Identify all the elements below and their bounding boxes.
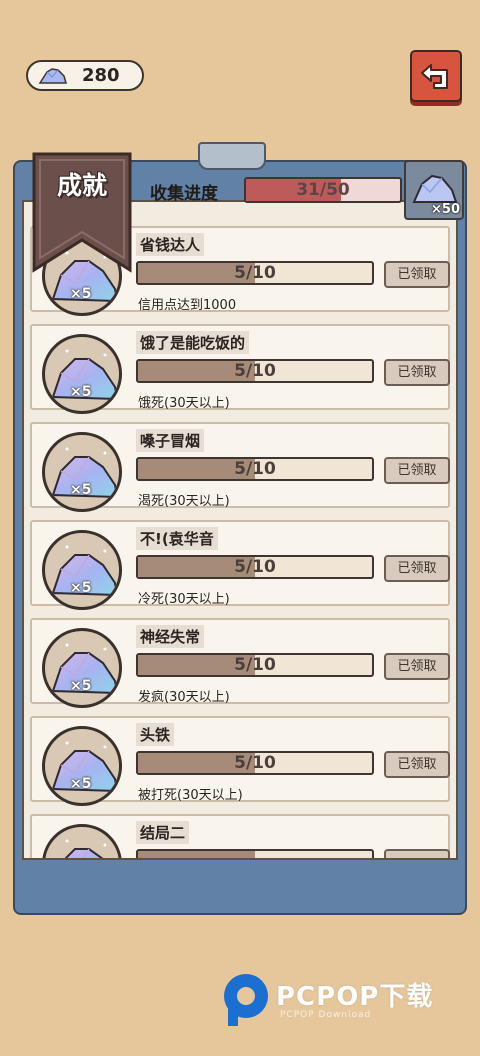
crystal-rock-icon	[64, 839, 107, 858]
achievement-progress-text	[138, 851, 372, 858]
achievement-reward-count: ×5	[70, 286, 92, 302]
achievement-row: ×5 神经失常 5/10 发疯(30天以上) 已领取	[30, 618, 450, 708]
achievement-row: ×5 头铁 5/10 被打死(30天以上) 已领取	[30, 716, 450, 806]
collection-progress-text: 31/50	[296, 180, 350, 200]
achievement-description: 被打死(30天以上)	[138, 788, 243, 803]
return-arrow-icon	[421, 64, 448, 89]
achievement-title: 不!(袁华音	[136, 527, 218, 550]
claim-button[interactable]: 已领取	[384, 359, 450, 386]
achievement-progress-text: 5/10	[234, 557, 276, 577]
crystal-rock-icon	[51, 447, 119, 499]
achievement-reward-count: ×5	[70, 678, 92, 694]
achievement-title: 嗓子冒烟	[136, 429, 205, 452]
collection-progress-bar: 31/50	[244, 177, 402, 203]
achievement-title: 结局二	[136, 821, 190, 844]
claim-button[interactable]: 已领取	[384, 751, 450, 778]
achievement-progress-text: 5/10	[234, 459, 276, 479]
achievement-description: 信用点达到1000	[138, 298, 237, 313]
crystal-rock-icon	[51, 741, 119, 793]
achievement-row: 结局二	[30, 814, 450, 858]
back-button[interactable]	[410, 50, 462, 102]
page-title: 成就	[56, 171, 107, 200]
pcpop-logo-icon	[224, 974, 268, 1026]
achievement-reward-count: ×5	[70, 580, 92, 596]
achievement-description: 渴死(30天以上)	[138, 494, 230, 509]
collection-reward-count: ×50	[431, 202, 460, 217]
achievement-progress-bar: 5/10	[136, 457, 374, 481]
watermark: PCPOP下载 PCPOP Download	[218, 970, 468, 1030]
crystal-gem-icon	[38, 67, 67, 84]
achievement-title: 头铁	[136, 723, 175, 746]
claim-button[interactable]: 已领取	[384, 653, 450, 680]
currency-display: 280	[26, 60, 144, 91]
achievement-description: 冷死(30天以上)	[138, 592, 230, 607]
collection-reward-button[interactable]: ×50	[404, 160, 464, 220]
crystal-rock-icon	[51, 643, 119, 695]
achievement-icon	[42, 726, 122, 806]
achievement-row: ×5 嗓子冒烟 5/10 渴死(30天以上) 已领取	[30, 422, 450, 512]
achievement-icon	[42, 628, 122, 708]
board-clip	[198, 142, 266, 170]
achievement-progress-text: 5/10	[234, 361, 276, 381]
claim-button[interactable]: 已领取	[384, 457, 450, 484]
achievement-title: 省钱达人	[136, 233, 205, 256]
achievement-progress-bar: 5/10	[136, 751, 374, 775]
claim-button[interactable]: 已领取	[384, 555, 450, 582]
achievement-reward-count: ×5	[70, 776, 92, 792]
achievement-icon	[42, 824, 122, 858]
achievement-description: 发疯(30天以上)	[138, 690, 230, 705]
achievement-title: 神经失常	[136, 625, 205, 648]
collection-progress-label: 收集进度	[150, 184, 218, 204]
achievement-description: 饿死(30天以上)	[138, 396, 230, 411]
achievement-reward-count: ×5	[70, 384, 92, 400]
achievement-progress-text: 5/10	[234, 263, 276, 283]
achievement-icon	[42, 530, 122, 610]
achievement-icon	[42, 432, 122, 512]
achievement-icon	[42, 334, 122, 414]
achievement-row: ×5 不!(袁华音 5/10 冷死(30天以上) 已领取	[30, 520, 450, 610]
watermark-brand: PCPOP下载	[276, 982, 434, 1012]
claim-button[interactable]: 已领取	[384, 261, 450, 288]
achievement-row: ×5 饿了是能吃饭的 5/10 饿死(30天以上) 已领取	[30, 324, 450, 414]
achievement-list[interactable]: ×5 省钱达人 5/10 信用点达到1000 已领取 ×5 饿了是能吃饭的 5/…	[22, 200, 458, 860]
currency-amount: 280	[82, 65, 120, 86]
achievement-progress-text: 5/10	[234, 753, 276, 773]
achievement-reward-count: ×5	[70, 482, 92, 498]
claim-button[interactable]	[384, 849, 450, 858]
achievement-progress-bar: 5/10	[136, 359, 374, 383]
title-banner: 成就	[30, 152, 134, 274]
watermark-subtitle: PCPOP Download	[280, 1010, 372, 1020]
achievement-progress-bar	[136, 849, 374, 858]
crystal-rock-icon	[51, 545, 119, 597]
achievement-progress-bar: 5/10	[136, 555, 374, 579]
achievement-progress-bar: 5/10	[136, 261, 374, 285]
achievement-progress-text: 5/10	[234, 655, 276, 675]
achievement-progress-bar: 5/10	[136, 653, 374, 677]
achievement-title: 饿了是能吃饭的	[136, 331, 250, 354]
crystal-rock-icon	[51, 349, 119, 401]
